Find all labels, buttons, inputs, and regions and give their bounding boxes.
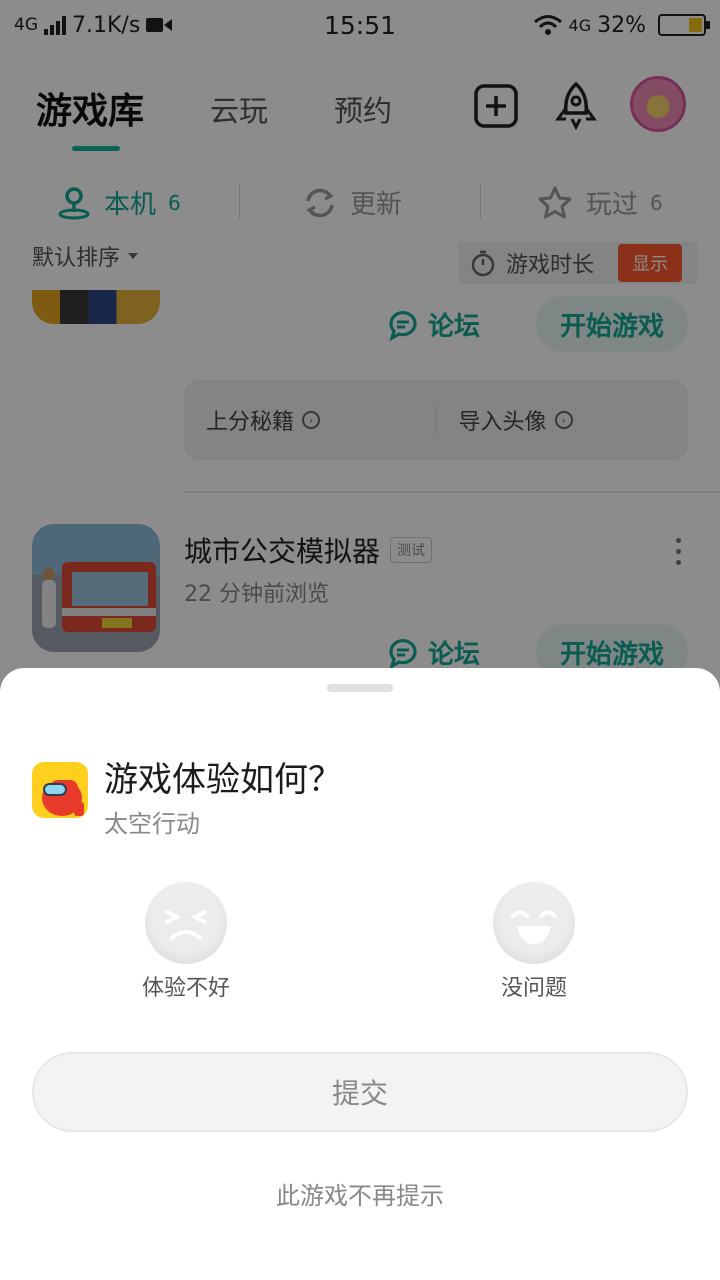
submit-button[interactable]: 提交 [32,1052,688,1132]
good-experience-face-icon[interactable] [493,882,575,964]
drag-handle[interactable] [327,684,393,692]
bad-experience-face-icon[interactable] [145,882,227,964]
option-good-label[interactable]: 没问题 [454,970,614,1002]
sheet-game-name: 太空行动 [104,810,200,838]
sheet-title: 游戏体验如何？ [104,760,342,800]
game-app-icon [32,762,88,818]
dont-show-again-link[interactable]: 此游戏不再提示 [0,1176,720,1211]
option-bad-label[interactable]: 体验不好 [106,970,266,1002]
feedback-sheet: 游戏体验如何？ 太空行动 体验不好 没问题 提交 此游戏不再提示 [0,668,720,1280]
